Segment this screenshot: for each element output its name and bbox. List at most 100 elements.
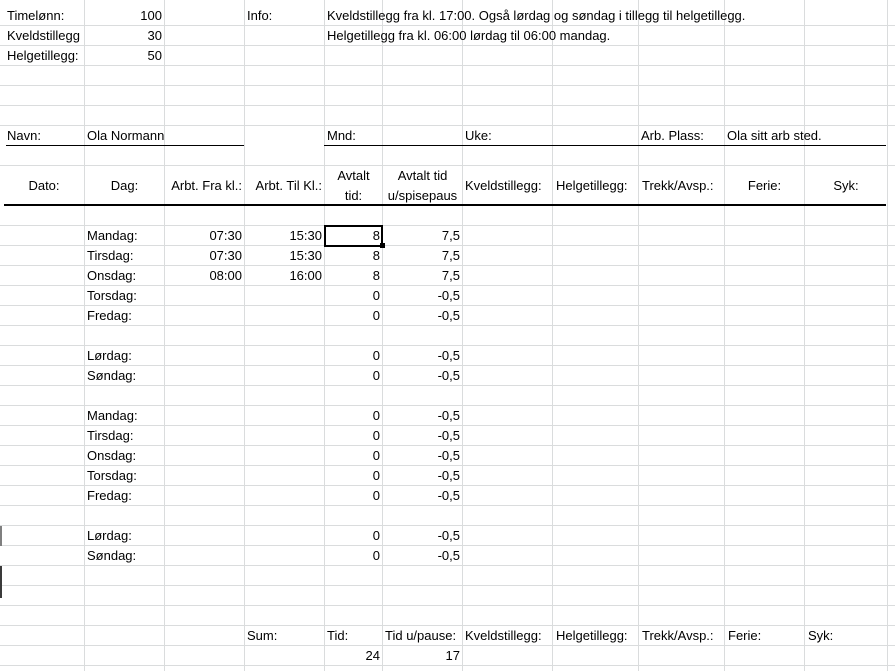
cell-til[interactable]: 15:30 bbox=[245, 247, 322, 265]
cell-tid-total[interactable]: 24 bbox=[325, 647, 380, 665]
cell-fra[interactable]: 08:00 bbox=[165, 267, 242, 285]
cell-tid-u-total[interactable]: 17 bbox=[383, 647, 460, 665]
cell-avtalt[interactable]: 0 bbox=[325, 407, 380, 425]
cell-timelonn-label[interactable]: Timelønn: bbox=[7, 7, 83, 25]
cell-avtalt-u[interactable]: 7,5 bbox=[383, 227, 460, 245]
cell-dag[interactable]: Tirsdag: bbox=[87, 247, 133, 265]
cell-tid-label[interactable]: Tid: bbox=[327, 627, 348, 645]
row-gridline bbox=[0, 485, 895, 486]
cell-avtalt[interactable]: 0 bbox=[325, 367, 380, 385]
row-edge-marker bbox=[0, 566, 2, 598]
cell-timelonn-value[interactable]: 100 bbox=[86, 7, 162, 25]
cell-dag[interactable]: Mandag: bbox=[87, 227, 138, 245]
cell-til[interactable]: 15:30 bbox=[245, 227, 322, 245]
cell-avtalt[interactable]: 0 bbox=[325, 287, 380, 305]
header-til[interactable]: Arbt. Til Kl.: bbox=[245, 177, 322, 195]
cell-avtalt-u[interactable]: -0,5 bbox=[383, 307, 460, 325]
row-gridline bbox=[0, 45, 895, 46]
cell-avtalt[interactable]: 0 bbox=[325, 347, 380, 365]
cell-dag[interactable]: Torsdag: bbox=[87, 467, 137, 485]
cell-avtalt[interactable]: 0 bbox=[325, 527, 380, 545]
cell-navn-label[interactable]: Navn: bbox=[7, 127, 41, 145]
cell-tid-u-label[interactable]: Tid u/pause: bbox=[385, 627, 462, 645]
cell-ferie-total-label[interactable]: Ferie: bbox=[728, 627, 761, 645]
header-helgetillegg[interactable]: Helgetillegg: bbox=[556, 177, 628, 195]
cell-avtalt-u[interactable]: -0,5 bbox=[383, 427, 460, 445]
cell-avtalt[interactable]: 8 bbox=[325, 247, 380, 265]
cell-kveld-total-label[interactable]: Kveldstillegg: bbox=[465, 627, 542, 645]
name-underline bbox=[6, 145, 244, 146]
cell-dag[interactable]: Lørdag: bbox=[87, 347, 132, 365]
row-gridline bbox=[0, 105, 895, 106]
header-kveldstillegg[interactable]: Kveldstillegg: bbox=[465, 177, 542, 195]
cell-avtalt-u[interactable]: -0,5 bbox=[383, 367, 460, 385]
cell-dag[interactable]: Fredag: bbox=[87, 487, 132, 505]
cell-dag[interactable]: Tirsdag: bbox=[87, 427, 133, 445]
cell-avtalt[interactable]: 0 bbox=[325, 547, 380, 565]
header-trekk[interactable]: Trekk/Avsp.: bbox=[642, 177, 714, 195]
cell-avtalt-u[interactable]: -0,5 bbox=[383, 287, 460, 305]
cell-navn-value[interactable]: Ola Normann bbox=[87, 127, 164, 145]
cell-arb-plass-value[interactable]: Ola sitt arb sted. bbox=[727, 127, 822, 145]
cell-arb-plass-label[interactable]: Arb. Plass: bbox=[641, 127, 704, 145]
header-avtalt-u-line2[interactable]: u/spisepaus bbox=[383, 187, 462, 205]
cell-helg-total-label[interactable]: Helgetillegg: bbox=[556, 627, 628, 645]
cell-avtalt-u[interactable]: -0,5 bbox=[383, 407, 460, 425]
cell-avtalt-u[interactable]: 7,5 bbox=[383, 267, 460, 285]
cell-dag[interactable]: Mandag: bbox=[87, 407, 138, 425]
cell-avtalt-u[interactable]: -0,5 bbox=[383, 447, 460, 465]
cell-helg-label[interactable]: Helgetillegg: bbox=[7, 47, 83, 65]
cell-trekk-total-label[interactable]: Trekk/Avsp.: bbox=[642, 627, 714, 645]
cell-kveld-value[interactable]: 30 bbox=[86, 27, 162, 45]
header-dato[interactable]: Dato: bbox=[4, 177, 84, 195]
cell-avtalt-u[interactable]: 7,5 bbox=[383, 247, 460, 265]
header-ferie[interactable]: Ferie: bbox=[725, 177, 804, 195]
row-gridline bbox=[0, 385, 895, 386]
cell-avtalt-u[interactable]: -0,5 bbox=[383, 487, 460, 505]
cell-info-line2[interactable]: Helgetillegg fra kl. 06:00 lørdag til 06… bbox=[327, 27, 610, 45]
row-gridline bbox=[0, 605, 895, 606]
cell-avtalt-u[interactable]: -0,5 bbox=[383, 467, 460, 485]
header-fra[interactable]: Arbt. Fra kl.: bbox=[165, 177, 242, 195]
header-avtalt-line1[interactable]: Avtalt bbox=[325, 167, 382, 185]
cell-fra[interactable]: 07:30 bbox=[165, 227, 242, 245]
cell-avtalt[interactable]: 0 bbox=[325, 427, 380, 445]
cell-fra[interactable]: 07:30 bbox=[165, 247, 242, 265]
cell-dag[interactable]: Søndag: bbox=[87, 547, 136, 565]
cell-avtalt-u[interactable]: -0,5 bbox=[383, 527, 460, 545]
cell-kveld-label[interactable]: Kveldstillegg bbox=[7, 27, 83, 45]
row-gridline bbox=[0, 505, 895, 506]
cell-uke-label[interactable]: Uke: bbox=[465, 127, 492, 145]
column-gridline bbox=[244, 0, 245, 671]
header-avtalt-line2[interactable]: tid: bbox=[325, 187, 382, 205]
header-syk[interactable]: Syk: bbox=[805, 177, 887, 195]
cell-avtalt[interactable]: 0 bbox=[325, 307, 380, 325]
cell-dag[interactable]: Onsdag: bbox=[87, 267, 136, 285]
spreadsheet-grid[interactable]: Timelønn: 100 Kveldstillegg 30 Helgetill… bbox=[0, 0, 895, 671]
header-avtalt-u-line1[interactable]: Avtalt tid bbox=[383, 167, 462, 185]
active-cell-selection[interactable] bbox=[324, 225, 383, 247]
row-gridline bbox=[0, 345, 895, 346]
cell-dag[interactable]: Søndag: bbox=[87, 367, 136, 385]
cell-avtalt[interactable]: 0 bbox=[325, 447, 380, 465]
cell-til[interactable]: 16:00 bbox=[245, 267, 322, 285]
cell-avtalt-u[interactable]: -0,5 bbox=[383, 347, 460, 365]
cell-mnd-label[interactable]: Mnd: bbox=[327, 127, 356, 145]
column-gridline bbox=[164, 0, 165, 671]
cell-info-line1[interactable]: Kveldstillegg fra kl. 17:00. Også lørdag… bbox=[327, 7, 745, 25]
cell-sum-label[interactable]: Sum: bbox=[247, 627, 277, 645]
header-dag[interactable]: Dag: bbox=[85, 177, 164, 195]
cell-avtalt[interactable]: 0 bbox=[325, 487, 380, 505]
cell-avtalt[interactable]: 8 bbox=[325, 267, 380, 285]
cell-dag[interactable]: Fredag: bbox=[87, 307, 132, 325]
cell-info-label[interactable]: Info: bbox=[247, 7, 272, 25]
cell-dag[interactable]: Onsdag: bbox=[87, 447, 136, 465]
cell-helg-value[interactable]: 50 bbox=[86, 47, 162, 65]
row-gridline bbox=[0, 165, 895, 166]
cell-dag[interactable]: Lørdag: bbox=[87, 527, 132, 545]
fill-handle[interactable] bbox=[380, 243, 385, 248]
cell-dag[interactable]: Torsdag: bbox=[87, 287, 137, 305]
cell-avtalt-u[interactable]: -0,5 bbox=[383, 547, 460, 565]
cell-syk-total-label[interactable]: Syk: bbox=[808, 627, 833, 645]
cell-avtalt[interactable]: 0 bbox=[325, 467, 380, 485]
